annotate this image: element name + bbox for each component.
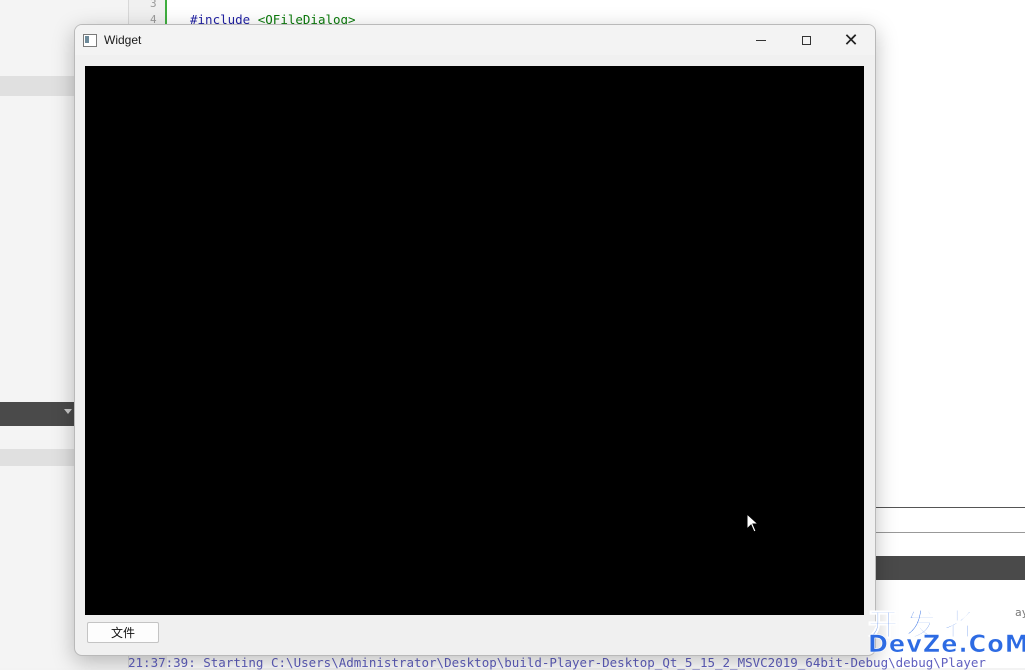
title-bar[interactable]: Widget ✕ [75, 25, 875, 55]
file-button[interactable]: 文件 [87, 622, 159, 643]
clipped-text: ay [1015, 606, 1025, 619]
ide-output-header [874, 556, 1025, 580]
app-icon [83, 34, 97, 47]
watermark-logo: 开发者 DevZe.CoM [866, 600, 1025, 660]
widget-window: Widget ✕ 文件 [74, 24, 876, 656]
window-title: Widget [104, 33, 142, 47]
minimize-icon [756, 39, 766, 41]
close-icon: ✕ [843, 30, 859, 50]
ide-divider [874, 507, 1025, 508]
ide-divider [874, 532, 1025, 533]
ide-dropdown-bar[interactable] [0, 402, 74, 426]
mouse-cursor-icon [746, 513, 760, 533]
line-number: 3 [150, 0, 157, 10]
ide-change-marker [165, 0, 167, 26]
minimize-button[interactable] [738, 25, 784, 55]
ide-panel-row-2 [0, 449, 74, 466]
chevron-down-icon[interactable] [64, 409, 72, 414]
watermark-line2: DevZe.CoM [868, 630, 1025, 659]
maximize-button[interactable] [783, 25, 829, 55]
maximize-icon [801, 35, 811, 45]
ide-panel-row [0, 76, 74, 96]
close-button[interactable]: ✕ [828, 25, 874, 55]
